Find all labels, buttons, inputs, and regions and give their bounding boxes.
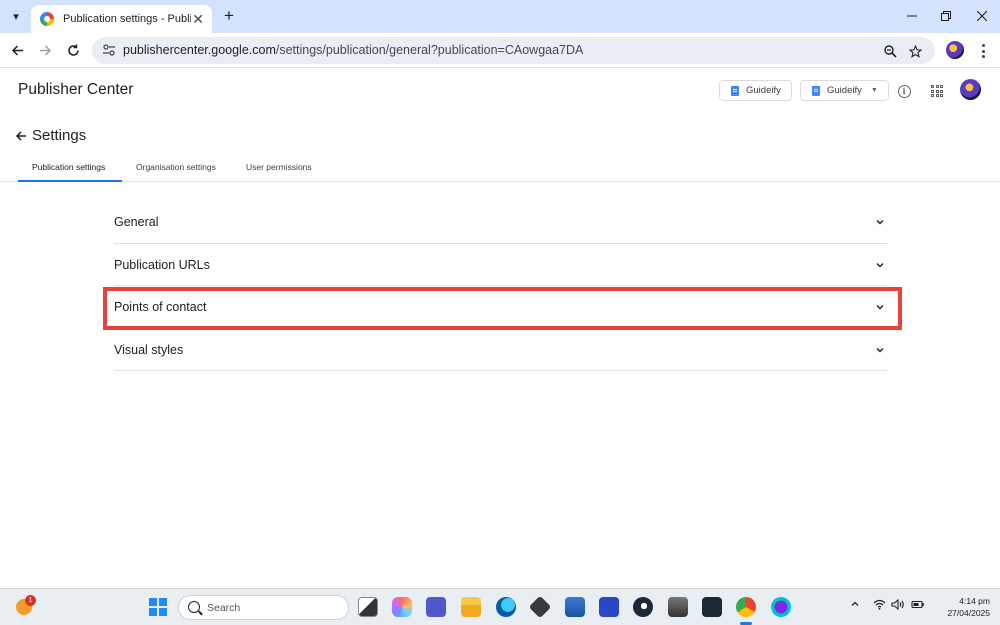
section-points-of-contact[interactable]: Points of contact <box>114 286 887 329</box>
back-arrow-icon[interactable] <box>13 128 29 144</box>
publication-select-label: Guideify <box>827 85 862 96</box>
vscode-like-icon[interactable] <box>599 597 619 617</box>
browser-menu-icon[interactable] <box>975 41 991 61</box>
restore-icon[interactable] <box>935 6 957 26</box>
dropdown-caret-icon: ▼ <box>870 87 878 94</box>
edge-icon[interactable] <box>496 597 516 617</box>
tab-publication-settings[interactable]: Publication settings <box>32 162 105 172</box>
google-favicon-icon <box>40 12 54 26</box>
new-tab-button[interactable]: + <box>219 6 239 26</box>
minimize-icon[interactable] <box>901 6 923 26</box>
copilot-icon[interactable] <box>392 597 412 617</box>
reload-icon[interactable] <box>62 39 84 61</box>
browser-profile-avatar[interactable] <box>946 41 964 59</box>
taskbar: 1 Search 4:14 pm 27/04/2025 <box>0 588 1000 625</box>
chevron-down-icon <box>876 262 884 267</box>
clock-date: 27/04/2025 <box>947 608 990 618</box>
brand-title: Publisher Center <box>18 81 134 98</box>
publication-button-label: Guideify <box>746 85 781 96</box>
taskbar-search-input[interactable]: Search <box>178 595 349 620</box>
search-placeholder: Search <box>207 602 241 614</box>
page-title: Settings <box>32 127 87 144</box>
url-host: publishercenter.google.com <box>123 43 276 57</box>
wifi-analyzer-icon[interactable] <box>668 597 688 617</box>
address-bar[interactable]: publishercenter.google.com/settings/publ… <box>92 37 935 64</box>
store-icon[interactable] <box>565 597 585 617</box>
section-label: Points of contact <box>114 300 207 314</box>
url-path: /settings/publication/general?publicatio… <box>275 43 584 57</box>
account-avatar[interactable] <box>960 79 981 100</box>
start-windows-icon[interactable] <box>149 598 167 616</box>
settings-accordion: General Publication URLs Points of conta… <box>114 201 887 371</box>
publication-doc-icon <box>812 85 820 96</box>
volume-icon[interactable] <box>891 598 905 613</box>
publication-select[interactable]: Guideify ▼ <box>800 80 889 101</box>
tab-user-permissions[interactable]: User permissions <box>246 162 312 172</box>
search-icon <box>188 601 200 613</box>
section-label: General <box>114 215 159 229</box>
canva-icon[interactable] <box>771 597 791 617</box>
battery-icon[interactable] <box>911 599 925 613</box>
section-label: Visual styles <box>114 342 184 357</box>
publication-button[interactable]: Guideify <box>719 80 792 101</box>
tab-title: Publication settings - Publisher Center <box>63 13 191 25</box>
folder-icon[interactable] <box>461 597 481 617</box>
chrome-icon[interactable] <box>736 597 756 617</box>
chevron-down-icon <box>876 220 884 225</box>
publication-doc-icon <box>731 85 739 96</box>
teams-icon[interactable] <box>426 597 446 617</box>
notification-badge: 1 <box>25 595 36 606</box>
chevron-down-icon <box>876 305 884 310</box>
browser-tab[interactable]: Publication settings - Publisher Center … <box>31 5 212 33</box>
browser-tabstrip: ▾ Publication settings - Publisher Cente… <box>0 0 1000 33</box>
close-window-icon[interactable] <box>971 6 993 26</box>
tab-organisation-settings[interactable]: Organisation settings <box>136 162 216 172</box>
zoom-icon[interactable] <box>881 42 899 60</box>
active-tab-indicator <box>18 180 122 182</box>
terminal-icon[interactable] <box>702 597 722 617</box>
wifi-icon[interactable] <box>873 599 886 613</box>
settings-tabs: Publication settings Organisation settin… <box>0 153 1000 182</box>
section-publication-urls[interactable]: Publication URLs <box>114 244 887 286</box>
help-info-icon[interactable]: i <box>895 82 913 100</box>
blackbox-icon[interactable] <box>528 595 552 619</box>
bookmark-star-icon[interactable] <box>906 42 924 60</box>
browser-toolbar: publishercenter.google.com/settings/publ… <box>0 33 1000 68</box>
steam-icon[interactable] <box>633 597 653 617</box>
apps-grid-icon[interactable] <box>928 82 946 100</box>
tab-search-icon[interactable]: ▾ <box>6 6 26 26</box>
tab-close-icon[interactable]: ✕ <box>192 11 204 27</box>
url-text[interactable]: publishercenter.google.com/settings/publ… <box>123 43 583 57</box>
app-header: Publisher Center Guideify Guideify ▼ i <box>0 68 1000 116</box>
chevron-down-icon <box>876 347 884 352</box>
clock-time: 4:14 pm <box>959 596 990 606</box>
site-info-icon[interactable] <box>102 43 116 57</box>
back-icon[interactable] <box>6 39 28 61</box>
forward-icon[interactable] <box>34 39 56 61</box>
section-label: Publication URLs <box>114 257 210 272</box>
section-general[interactable]: General <box>114 201 887 244</box>
taskbar-clock[interactable]: 4:14 pm 27/04/2025 <box>934 595 990 619</box>
file-explorer-icon[interactable] <box>358 597 378 617</box>
section-visual-styles[interactable]: Visual styles <box>114 329 887 371</box>
tray-overflow-icon[interactable] <box>850 599 860 612</box>
